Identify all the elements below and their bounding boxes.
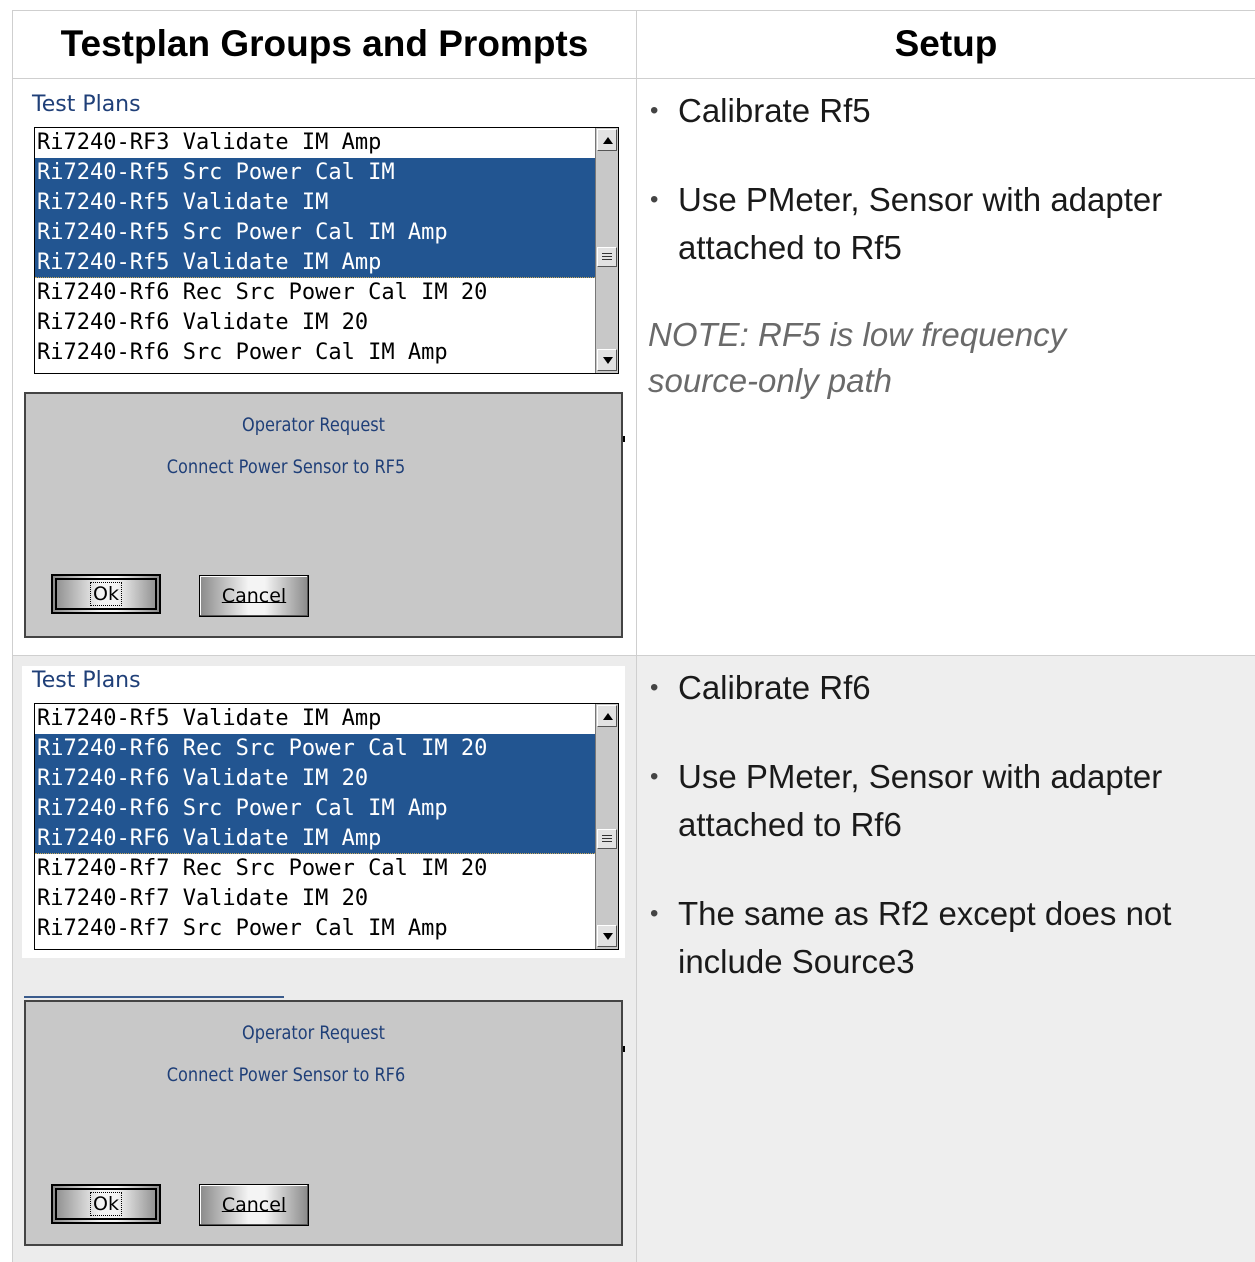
table-left-border [12, 10, 13, 1262]
setup-bullet: Use PMeter, Sensor with adapter attached… [648, 753, 1248, 849]
scroll-up-button[interactable] [597, 129, 617, 151]
scroll-up-button[interactable] [597, 705, 617, 727]
column-divider [636, 10, 637, 1262]
test-plan-item[interactable]: Ri7240-Rf5 Src Power Cal IM [35, 158, 595, 188]
cancel-button-label: Cancel [221, 585, 287, 607]
scroll-up-arrow-icon [603, 137, 613, 144]
scroll-down-button[interactable] [597, 349, 617, 371]
test-plans-list-items: Ri7240-Rf5 Validate IM Amp Ri7240-Rf6 Rec… [35, 704, 595, 949]
dialog-title: Operator Request [241, 1022, 386, 1044]
setup-bullet: Use PMeter, Sensor with adapter attached… [648, 176, 1248, 272]
cancel-button[interactable]: Cancel [199, 575, 309, 617]
operator-request-dialog: Operator Request Connect Power Sensor to… [24, 392, 623, 638]
scroll-up-arrow-icon [603, 713, 613, 720]
test-plan-item[interactable]: Ri7240-Rf5 Validate IM Amp [35, 248, 595, 278]
window-edge-fragment [623, 436, 625, 442]
list-scrollbar[interactable] [595, 128, 618, 373]
setup-row1: Calibrate Rf5 Use PMeter, Sensor with ad… [648, 87, 1248, 404]
ok-button[interactable]: Ok [51, 1184, 161, 1224]
window-edge-fragment [24, 996, 284, 998]
ok-button-label: Ok [90, 582, 122, 606]
test-plans-panel: Test Plans Ri7240-RF3 Validate IM Amp Ri7… [22, 90, 625, 376]
test-plan-item-partial [35, 944, 595, 949]
scroll-thumb[interactable] [597, 247, 617, 267]
scroll-thumb[interactable] [597, 829, 617, 849]
scroll-thumb-grip-icon [602, 256, 612, 257]
header-testplan-groups: Testplan Groups and Prompts [60, 23, 589, 64]
test-plan-item[interactable]: Ri7240-Rf7 Src Power Cal IM Amp [35, 914, 595, 944]
test-plan-item[interactable]: Ri7240-Rf6 Rec Src Power Cal IM 20 [35, 734, 595, 764]
dialog-message: Connect Power Sensor to RF5 [166, 456, 406, 478]
test-plan-item[interactable]: Ri7240-Rf7 Validate IM 20 [35, 884, 595, 914]
test-plan-item[interactable]: Ri7240-Rf5 Validate IM [35, 188, 595, 218]
cancel-button[interactable]: Cancel [199, 1184, 309, 1226]
list-scrollbar[interactable] [595, 704, 618, 949]
setup-bullet: Calibrate Rf5 [648, 87, 1248, 135]
scroll-thumb-grip-icon [602, 253, 612, 254]
header-setup: Setup [894, 23, 998, 64]
test-plans-title: Test Plans [32, 668, 141, 693]
row-divider [12, 655, 1255, 656]
setup-bullet: Calibrate Rf6 [648, 664, 1248, 712]
test-plan-item[interactable]: Ri7240-Rf6 Validate IM 20 [35, 308, 595, 338]
test-plans-list[interactable]: Ri7240-Rf5 Validate IM Amp Ri7240-Rf6 Rec… [34, 703, 619, 950]
test-plan-item[interactable]: Ri7240-Rf5 Validate IM Amp [35, 704, 595, 734]
test-plan-item-partial [35, 368, 595, 373]
test-plan-item[interactable]: Ri7240-Rf6 Src Power Cal IM Amp [35, 794, 595, 824]
setup-note: NOTE: RF5 is low frequency source-only p… [648, 316, 1067, 399]
test-plan-item[interactable]: Ri7240-Rf6 Src Power Cal IM Amp [35, 338, 595, 368]
test-plans-list[interactable]: Ri7240-RF3 Validate IM Amp Ri7240-Rf5 Src… [34, 127, 619, 374]
scroll-thumb-grip-icon [602, 838, 612, 839]
ok-button[interactable]: Ok [51, 574, 161, 614]
window-edge-fragment [623, 1046, 625, 1052]
test-plan-item[interactable]: Ri7240-Rf6 Rec Src Power Cal IM 20 [35, 278, 595, 308]
dialog-message: Connect Power Sensor to RF6 [166, 1064, 406, 1086]
test-plans-list-items: Ri7240-RF3 Validate IM Amp Ri7240-Rf5 Src… [35, 128, 595, 373]
test-plans-title: Test Plans [32, 92, 141, 117]
ok-button-label: Ok [90, 1192, 122, 1216]
scroll-thumb-grip-icon [602, 841, 612, 842]
test-plan-item[interactable]: Ri7240-Rf6 Validate IM 20 [35, 764, 595, 794]
test-plans-panel: Test Plans Ri7240-Rf5 Validate IM Amp Ri7… [22, 666, 625, 958]
operator-request-dialog: Operator Request Connect Power Sensor to… [24, 1000, 623, 1246]
test-plan-item[interactable]: Ri7240-RF3 Validate IM Amp [35, 128, 595, 158]
test-plan-item[interactable]: Ri7240-RF6 Validate IM Amp [35, 824, 595, 854]
scroll-down-arrow-icon [603, 357, 613, 364]
scroll-thumb-grip-icon [602, 259, 612, 260]
test-plan-item[interactable]: Ri7240-Rf7 Rec Src Power Cal IM 20 [35, 854, 595, 884]
header-divider [12, 78, 1255, 79]
dialog-title: Operator Request [241, 414, 386, 436]
setup-row2: Calibrate Rf6 Use PMeter, Sensor with ad… [648, 664, 1248, 986]
scroll-down-button[interactable] [597, 925, 617, 947]
scroll-thumb-grip-icon [602, 835, 612, 836]
cancel-button-label: Cancel [221, 1194, 287, 1216]
setup-bullet: The same as Rf2 except does not include … [648, 890, 1248, 986]
scroll-down-arrow-icon [603, 933, 613, 940]
test-plan-item[interactable]: Ri7240-Rf5 Src Power Cal IM Amp [35, 218, 595, 248]
